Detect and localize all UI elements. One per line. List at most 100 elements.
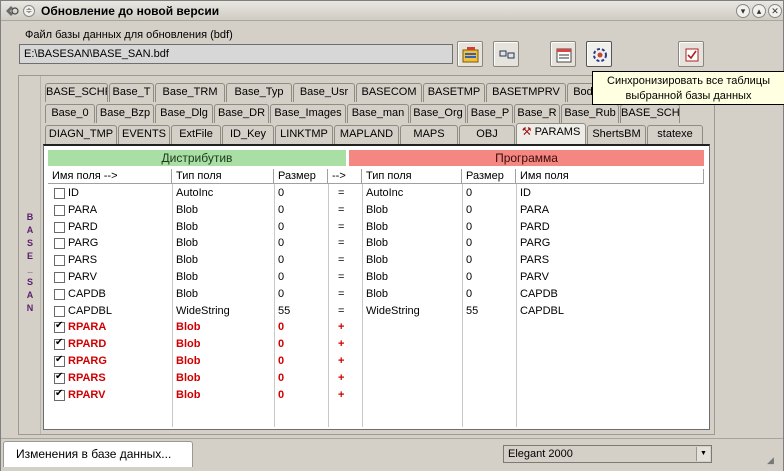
cell-rsize xyxy=(462,336,466,353)
cell-type: Blob xyxy=(176,355,201,367)
cell-rname: ID xyxy=(520,187,531,199)
col-header-rtype[interactable]: Тип поля xyxy=(362,169,462,184)
cell-type: Blob xyxy=(176,388,201,401)
maximize-button[interactable]: ▴ xyxy=(752,4,766,18)
table-row[interactable]: RPARV Blob 0 + xyxy=(48,387,704,404)
status-tab[interactable]: Изменения в базе данных... xyxy=(3,441,193,467)
tab-base-p[interactable]: Base_P xyxy=(467,104,513,123)
col-header-size[interactable]: Размер xyxy=(274,169,328,184)
tables-panel: BASE_SAN BASE_SCHRRBase_TBase_TRMBase_Ty… xyxy=(18,75,715,435)
tab-base-t[interactable]: Base_T xyxy=(109,83,154,102)
cell-size: 0 xyxy=(278,371,285,384)
tab-events[interactable]: EVENTS xyxy=(118,125,170,144)
cell-name: CAPDBL xyxy=(68,304,113,317)
cell-op: = xyxy=(338,237,345,250)
chevron-down-icon[interactable]: ▼ xyxy=(696,447,710,461)
table-list-icon xyxy=(556,48,572,63)
tab-base-dr[interactable]: Base_DR xyxy=(214,104,269,123)
cell-rtype: Blob xyxy=(366,254,389,267)
table-row[interactable]: ID AutoInc 0 = AutoInc 0 ID xyxy=(48,185,704,202)
cell-rtype xyxy=(362,336,366,353)
cell-rsize: 0 xyxy=(466,203,473,216)
tab-base-typ[interactable]: Base_Typ xyxy=(226,83,292,102)
table-row[interactable]: RPARA Blob 0 + xyxy=(48,319,704,336)
cell-type: Blob xyxy=(176,287,199,300)
col-header-rname[interactable]: Имя поля xyxy=(516,169,704,184)
file-path-input[interactable]: E:\BASESAN\BASE_SAN.bdf xyxy=(19,44,453,64)
minimize-button[interactable]: ▾ xyxy=(736,4,750,18)
tab-statexe[interactable]: statexe xyxy=(647,125,703,144)
tab-base-schrr[interactable]: BASE_SCHRR xyxy=(45,83,108,102)
open-file-icon xyxy=(462,47,479,63)
cell-op: = xyxy=(338,254,345,267)
tab-base-org[interactable]: Base_Org xyxy=(410,104,466,123)
theme-select[interactable]: Elegant 2000 ▼ xyxy=(503,445,712,463)
cell-rname xyxy=(516,370,520,387)
tab-base-0[interactable]: Base_0 xyxy=(45,104,95,123)
tab-id-key[interactable]: ID_Key xyxy=(222,125,274,144)
tab-base-r[interactable]: Base_R xyxy=(514,104,560,123)
col-header-name[interactable]: Имя поля --> xyxy=(48,169,172,184)
table-row[interactable]: PARD Blob 0 = Blob 0 PARD xyxy=(48,219,704,236)
table-row[interactable]: CAPDB Blob 0 = Blob 0 CAPDB xyxy=(48,286,704,303)
table-row[interactable]: PARV Blob 0 = Blob 0 PARV xyxy=(48,269,704,286)
tab-base-bzp[interactable]: Base_Bzp xyxy=(96,104,154,123)
tab-basetmp[interactable]: BASETMP xyxy=(423,83,485,102)
tab-base-trm[interactable]: Base_TRM xyxy=(155,83,225,102)
cell-op: + xyxy=(338,355,345,367)
resize-grip-icon[interactable]: ◢ xyxy=(767,455,779,467)
tab-base-usr[interactable]: Base_Usr xyxy=(293,83,355,102)
sync-tooltip: Синхронизировать все таблицы выбранной б… xyxy=(592,71,784,105)
cell-rsize: 0 xyxy=(466,287,473,300)
tab-extfile[interactable]: ExtFile xyxy=(171,125,221,144)
tab-maps[interactable]: MAPS xyxy=(400,125,458,144)
col-header-rsize[interactable]: Размер xyxy=(462,169,516,184)
close-window-button[interactable]: ✕ xyxy=(768,4,782,18)
tab-params[interactable]: ⚒ PARAMS xyxy=(516,123,586,144)
cell-op: = xyxy=(338,187,345,199)
cell-size: 55 xyxy=(278,304,291,317)
theme-select-value: Elegant 2000 xyxy=(508,448,573,460)
tab-mapland[interactable]: MAPLAND xyxy=(334,125,399,144)
cell-size: 0 xyxy=(278,187,285,199)
table-row[interactable]: CAPDBL WideString 55 = WideString 55 CAPDBL xyxy=(48,303,704,320)
cell-size: 0 xyxy=(278,321,285,334)
col-header-op[interactable]: --> xyxy=(328,169,362,184)
table-row[interactable]: PARA Blob 0 = Blob 0 PARA xyxy=(48,202,704,219)
title-bar[interactable]: ≑ Обновление до новой версии ▾ ▴ ✕ xyxy=(1,1,783,21)
col-header-type[interactable]: Тип поля xyxy=(172,169,274,184)
close-checkbox-button[interactable] xyxy=(678,41,704,67)
params-tool-icon: ⚒ xyxy=(521,126,535,138)
cell-size: 0 xyxy=(278,203,285,216)
tab-diagn-tmp[interactable]: DIAGN_TMP xyxy=(45,125,117,144)
table-row[interactable]: RPARD Blob 0 + xyxy=(48,336,704,353)
tab-base-man[interactable]: Base_man xyxy=(347,104,409,123)
database-vertical-tab[interactable]: B A S E _ S A N xyxy=(19,76,41,434)
table-list-button[interactable] xyxy=(550,41,576,67)
tab-shertsbm[interactable]: ShertsBM xyxy=(587,125,646,144)
cell-rtype xyxy=(362,319,366,336)
table-row[interactable]: RPARG Blob 0 + xyxy=(48,353,704,370)
table-row[interactable]: RPARS Blob 0 + xyxy=(48,370,704,387)
compare-button[interactable] xyxy=(493,41,519,67)
cell-type: Blob xyxy=(176,220,199,233)
tab-linktmp[interactable]: LINKTMP xyxy=(275,125,333,144)
table-row[interactable]: PARG Blob 0 = Blob 0 PARG xyxy=(48,235,704,252)
cell-size: 0 xyxy=(278,237,285,250)
cell-rtype: WideString xyxy=(366,304,420,317)
tab-obj[interactable]: OBJ xyxy=(459,125,515,144)
tab-basecom[interactable]: BASECOM xyxy=(356,83,422,102)
cell-op: = xyxy=(338,220,345,233)
tab-base-dlg[interactable]: Base_Dlg xyxy=(155,104,213,123)
sync-all-tables-button[interactable] xyxy=(586,41,612,67)
tab-basetmprv[interactable]: BASETMPRV xyxy=(486,83,566,102)
tab-base-schr[interactable]: BASE_SCHR xyxy=(620,104,680,123)
cell-size: 0 xyxy=(278,388,285,401)
system-menu-button[interactable]: ≑ xyxy=(23,5,35,17)
cell-rtype xyxy=(362,370,366,387)
tab-base-rub[interactable]: Base_Rub xyxy=(561,104,619,123)
tab-base-images[interactable]: Base_Images xyxy=(270,104,346,123)
table-row[interactable]: PARS Blob 0 = Blob 0 PARS xyxy=(48,252,704,269)
open-file-button[interactable] xyxy=(457,41,483,67)
status-bar: Изменения в базе данных... Elegant 2000 … xyxy=(1,438,783,471)
